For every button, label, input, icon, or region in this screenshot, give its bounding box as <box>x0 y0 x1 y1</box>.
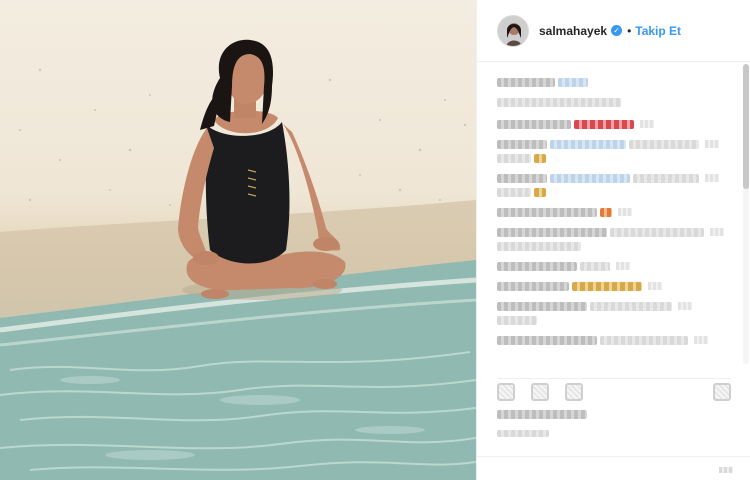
list-item <box>497 314 537 326</box>
list-item <box>497 334 708 346</box>
list-item <box>497 226 724 238</box>
comment-scrollbar[interactable] <box>743 64 749 364</box>
add-comment-bar[interactable] <box>477 456 750 480</box>
list-item <box>497 152 546 164</box>
list-item <box>497 206 632 218</box>
like-count[interactable] <box>497 410 587 419</box>
list-item <box>497 172 719 184</box>
scrollbar-thumb[interactable] <box>743 64 749 189</box>
list-item <box>497 240 581 252</box>
verified-badge-icon: ✓ <box>611 25 623 36</box>
list-item <box>497 138 719 150</box>
heart-icon[interactable] <box>497 383 515 401</box>
post-date <box>497 430 549 437</box>
list-item <box>497 96 621 108</box>
list-item <box>497 186 546 198</box>
list-item <box>497 76 588 88</box>
list-item <box>497 260 630 272</box>
share-icon[interactable] <box>565 383 583 401</box>
post-side-panel: salmahayek ✓ • Takip Et <box>476 0 750 480</box>
post-actions <box>497 378 731 404</box>
list-item <box>497 280 662 292</box>
more-options-icon[interactable] <box>719 467 733 473</box>
follow-button[interactable]: Takip Et <box>635 24 681 38</box>
username-link[interactable]: salmahayek <box>539 24 607 38</box>
post-photo[interactable] <box>0 0 476 480</box>
list-item <box>497 118 654 130</box>
post-header: salmahayek ✓ • Takip Et <box>477 0 750 62</box>
separator-dot: • <box>627 23 632 38</box>
comment-list <box>497 70 724 370</box>
comment-icon[interactable] <box>531 383 549 401</box>
bookmark-icon[interactable] <box>713 383 731 401</box>
beach-scene-illustration <box>0 39 476 480</box>
avatar-icon[interactable] <box>497 14 529 47</box>
list-item <box>497 300 692 312</box>
